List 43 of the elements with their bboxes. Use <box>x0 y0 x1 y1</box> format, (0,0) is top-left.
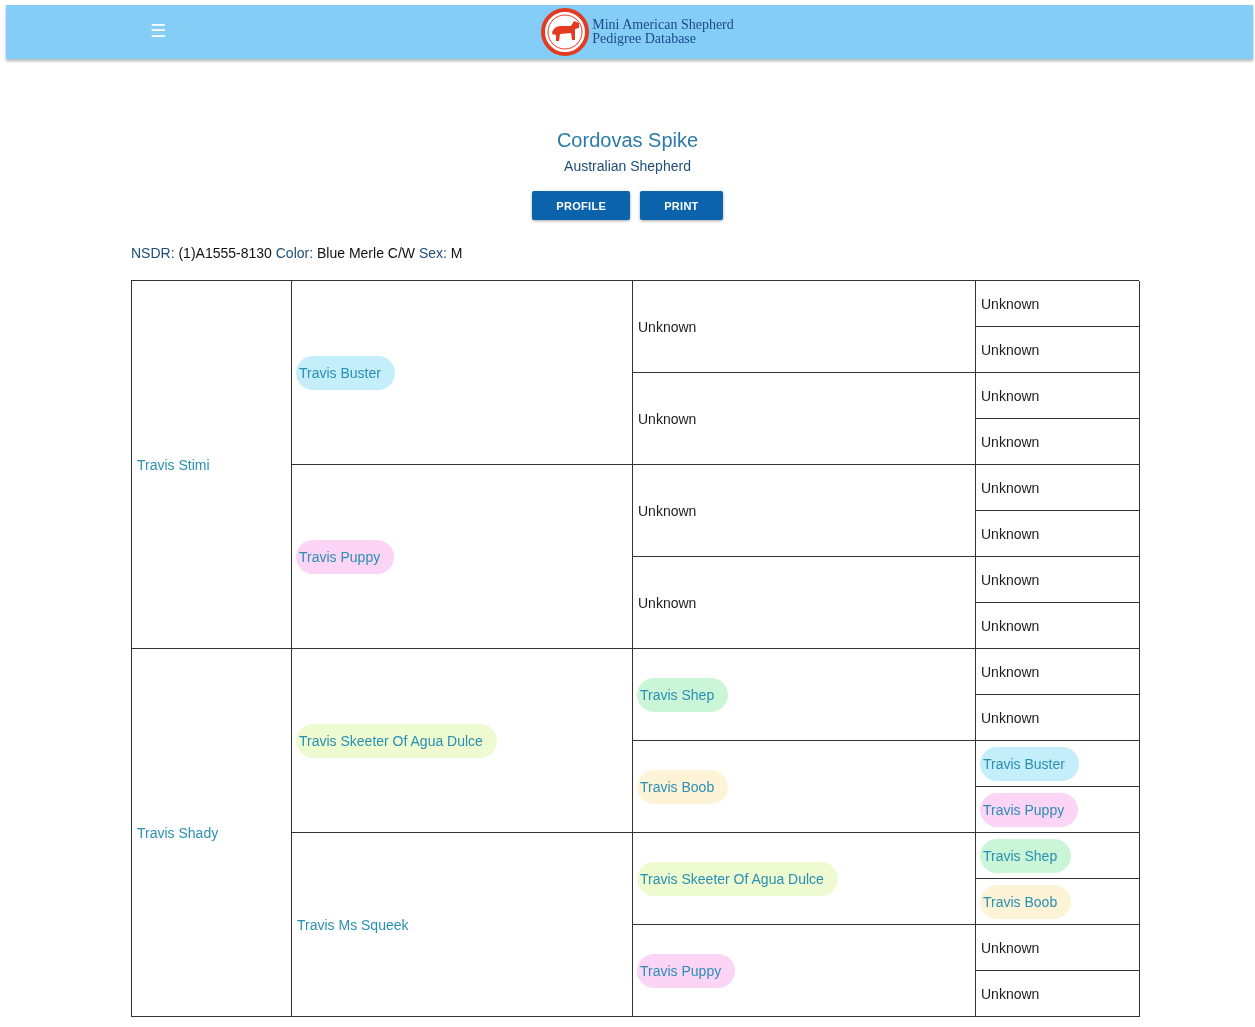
unknown-text: Unknown <box>637 501 698 521</box>
unknown-text: Unknown <box>637 317 698 337</box>
dog-link[interactable]: Travis Shep <box>980 838 1072 873</box>
detail-label: Sex: <box>418 245 447 261</box>
profile-button[interactable]: PROFILE <box>532 191 631 220</box>
unknown-text: Unknown <box>980 294 1041 314</box>
dog-link[interactable]: Travis Buster <box>296 355 395 390</box>
breed-text: Australian Shepherd <box>564 158 691 174</box>
unknown-text: Unknown <box>637 593 698 613</box>
dog-link[interactable]: Travis Skeeter Of Agua Dulce <box>296 723 497 758</box>
dog-link[interactable]: Travis Puppy <box>296 539 395 574</box>
site-title: Mini American Shepherd <box>592 18 734 32</box>
dog-link[interactable]: Travis Shady <box>136 815 233 850</box>
dog-link[interactable]: Travis Stimi <box>136 447 224 482</box>
dog-link[interactable]: Travis Buster <box>980 746 1079 781</box>
detail-label: Color: <box>275 245 314 261</box>
unknown-text: Unknown <box>980 386 1041 406</box>
dog-link[interactable]: Travis Shep <box>637 677 729 712</box>
unknown-text: Unknown <box>637 409 698 429</box>
unknown-text: Unknown <box>980 340 1041 360</box>
dog-link[interactable]: Travis Ms Squeek <box>296 907 423 942</box>
unknown-text: Unknown <box>980 616 1041 636</box>
dog-logo-icon[interactable] <box>541 8 590 56</box>
print-button[interactable]: PRINT <box>640 191 723 220</box>
unknown-text: Unknown <box>980 570 1041 590</box>
unknown-text: Unknown <box>980 984 1041 1004</box>
dog-link[interactable]: Travis Boob <box>980 884 1072 919</box>
unknown-text: Unknown <box>980 478 1041 498</box>
dog-link[interactable]: Travis Puppy <box>637 953 736 988</box>
detail-value: M <box>450 245 463 261</box>
dog-link[interactable]: Travis Skeeter Of Agua Dulce <box>637 861 838 896</box>
dog-name: Cordovas Spike <box>556 128 699 152</box>
unknown-text: Unknown <box>980 524 1041 544</box>
unknown-text: Unknown <box>980 432 1041 452</box>
unknown-text: Unknown <box>980 662 1041 682</box>
unknown-text: Unknown <box>980 938 1041 958</box>
site-title: Pedigree Database <box>592 32 697 46</box>
detail-value: Blue Merle C/W <box>317 245 416 261</box>
detail-label: NSDR: <box>131 245 175 261</box>
dog-link[interactable]: Travis Boob <box>637 769 729 804</box>
detail-value: (1)A1555-8130 <box>178 245 272 261</box>
dog-link[interactable]: Travis Puppy <box>980 792 1079 827</box>
unknown-text: Unknown <box>980 708 1041 728</box>
